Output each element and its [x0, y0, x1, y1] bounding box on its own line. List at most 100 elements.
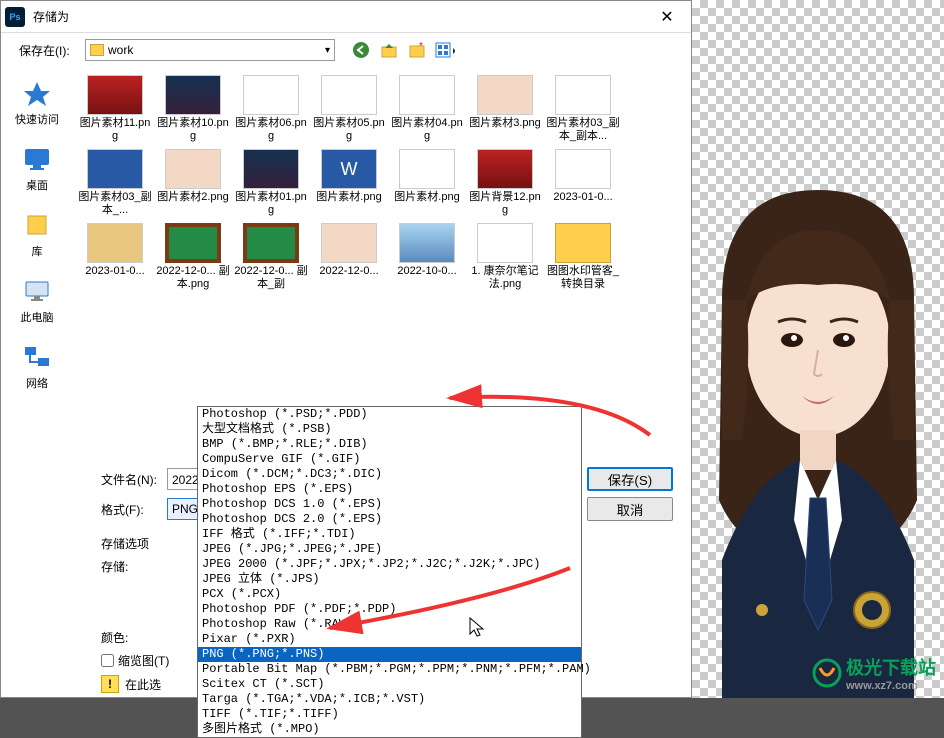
- format-option[interactable]: Scitex CT (*.SCT): [198, 677, 581, 692]
- thumbnail-icon: [399, 149, 455, 189]
- file-item[interactable]: 图片素材03_副本_...: [81, 149, 149, 217]
- thumbnail-icon: [87, 149, 143, 189]
- format-option[interactable]: Dicom (*.DCM;*.DC3;*.DIC): [198, 467, 581, 482]
- place-star[interactable]: 快速访问: [5, 79, 69, 127]
- format-option[interactable]: Photoshop DCS 2.0 (*.EPS): [198, 512, 581, 527]
- thumbnail-icon: [477, 75, 533, 115]
- format-option[interactable]: Photoshop (*.PSD;*.PDD): [198, 407, 581, 422]
- file-item[interactable]: 图片素材10.png: [159, 75, 227, 143]
- format-option[interactable]: TIFF (*.TIF;*.TIFF): [198, 707, 581, 722]
- thumbnail-icon: W: [321, 149, 377, 189]
- thumbnail-icon: [321, 223, 377, 263]
- format-option[interactable]: Photoshop PDF (*.PDF;*.PDP): [198, 602, 581, 617]
- portrait-image: [692, 180, 944, 698]
- file-item[interactable]: 2022-12-0...: [315, 223, 383, 291]
- format-option[interactable]: 多图片格式 (*.MPO): [198, 722, 581, 737]
- thumbnail-icon: [165, 223, 221, 263]
- library-icon: [20, 211, 54, 239]
- file-item[interactable]: 图片素材06.png: [237, 75, 305, 143]
- desktop-icon: [20, 145, 54, 173]
- thumbnail-icon: [555, 223, 611, 263]
- save-options-label: 存储选项: [101, 535, 149, 552]
- file-item[interactable]: 图片素材03_副本_副本...: [549, 75, 617, 143]
- file-item[interactable]: 图片素材05.png: [315, 75, 383, 143]
- file-item[interactable]: 图片素材3.png: [471, 75, 539, 143]
- thumbnail-icon: [555, 149, 611, 189]
- save-button[interactable]: 保存(S): [587, 467, 673, 491]
- up-icon[interactable]: [379, 40, 399, 60]
- thumbnail-icon: [555, 75, 611, 115]
- chevron-down-icon: ▾: [325, 45, 330, 56]
- format-option[interactable]: PNG (*.PNG;*.PNS): [198, 647, 581, 662]
- file-item[interactable]: 图片素材04.png: [393, 75, 461, 143]
- place-pc[interactable]: 此电脑: [5, 277, 69, 325]
- thumbnail-icon: [87, 75, 143, 115]
- format-option[interactable]: 大型文档格式 (*.PSB): [198, 422, 581, 437]
- format-option[interactable]: JPEG 2000 (*.JPF;*.JPX;*.JP2;*.J2C;*.J2K…: [198, 557, 581, 572]
- format-option[interactable]: CompuServe GIF (*.GIF): [198, 452, 581, 467]
- thumbnail-icon: [399, 75, 455, 115]
- thumbnail-icon: [477, 149, 533, 189]
- file-item[interactable]: 图图水印管客_转换目录: [549, 223, 617, 291]
- thumbnail-icon: [477, 223, 533, 263]
- thumbnail-icon: [165, 149, 221, 189]
- view-mode-icon[interactable]: [435, 40, 455, 60]
- format-option[interactable]: Photoshop Raw (*.RAW): [198, 617, 581, 632]
- titlebar: Ps 存储为 ✕: [1, 1, 691, 33]
- thumbnail-icon: [165, 75, 221, 115]
- file-item[interactable]: 图片素材2.png: [159, 149, 227, 217]
- file-item[interactable]: 2023-01-0...: [81, 223, 149, 291]
- file-item[interactable]: 图片素材01.png: [237, 149, 305, 217]
- format-option[interactable]: Targa (*.TGA;*.VDA;*.ICB;*.VST): [198, 692, 581, 707]
- format-option[interactable]: PCX (*.PCX): [198, 587, 581, 602]
- photoshop-icon: Ps: [5, 7, 25, 27]
- format-option[interactable]: Pixar (*.PXR): [198, 632, 581, 647]
- places-bar: 快速访问桌面库此电脑网络: [1, 67, 73, 461]
- format-option[interactable]: BMP (*.BMP;*.RLE;*.DIB): [198, 437, 581, 452]
- format-option[interactable]: IFF 格式 (*.IFF;*.TDI): [198, 527, 581, 542]
- watermark: 极光下载站 www.xz7.com: [812, 654, 936, 692]
- filename-label: 文件名(N):: [101, 471, 161, 488]
- thumbnails: 图片素材11.png图片素材10.png图片素材06.png图片素材05.png…: [81, 75, 683, 291]
- color-label: 颜色:: [101, 629, 149, 646]
- format-dropdown[interactable]: Photoshop (*.PSD;*.PDD)大型文档格式 (*.PSB)BMP…: [197, 406, 582, 738]
- file-item[interactable]: W图片素材.png: [315, 149, 383, 217]
- nav-icons: *: [351, 40, 455, 60]
- format-label: 格式(F):: [101, 501, 161, 518]
- place-network[interactable]: 网络: [5, 343, 69, 391]
- save-in-combo[interactable]: work ▾: [85, 39, 335, 61]
- thumbnail-icon: [399, 223, 455, 263]
- place-library[interactable]: 库: [5, 211, 69, 259]
- current-folder: work: [108, 43, 133, 57]
- file-item[interactable]: 2022-10-0...: [393, 223, 461, 291]
- format-option[interactable]: Photoshop EPS (*.EPS): [198, 482, 581, 497]
- folder-icon: [90, 44, 104, 56]
- thumbnail-label: 缩览图(T): [118, 652, 169, 669]
- back-icon[interactable]: [351, 40, 371, 60]
- place-desktop[interactable]: 桌面: [5, 145, 69, 193]
- file-item[interactable]: 2023-01-0...: [549, 149, 617, 217]
- format-option[interactable]: Portable Bit Map (*.PBM;*.PGM;*.PPM;*.PN…: [198, 662, 581, 677]
- close-button[interactable]: ✕: [647, 2, 687, 32]
- file-item[interactable]: 2022-12-0... 副本_副: [237, 223, 305, 291]
- cancel-button[interactable]: 取消: [587, 497, 673, 521]
- star-icon: [20, 79, 54, 107]
- format-option[interactable]: JPEG 立体 (*.JPS): [198, 572, 581, 587]
- thumbnail-icon: [243, 223, 299, 263]
- file-item[interactable]: 图片素材.png: [393, 149, 461, 217]
- warning-icon: !: [101, 675, 119, 693]
- dialog-title: 存储为: [33, 8, 647, 25]
- file-item[interactable]: 图片背景12.png: [471, 149, 539, 217]
- file-item[interactable]: 图片素材11.png: [81, 75, 149, 143]
- new-folder-icon[interactable]: *: [407, 40, 427, 60]
- file-view[interactable]: 图片素材11.png图片素材10.png图片素材06.png图片素材05.png…: [73, 67, 691, 461]
- store-label: 存储:: [101, 558, 149, 575]
- network-icon: [20, 343, 54, 371]
- thumbnail-checkbox[interactable]: [101, 654, 114, 667]
- pc-icon: [20, 277, 54, 305]
- file-item[interactable]: 1. 康奈尔笔记法.png: [471, 223, 539, 291]
- format-option[interactable]: Photoshop DCS 1.0 (*.EPS): [198, 497, 581, 512]
- photoshop-canvas: [692, 0, 944, 698]
- file-item[interactable]: 2022-12-0... 副本.png: [159, 223, 227, 291]
- format-option[interactable]: JPEG (*.JPG;*.JPEG;*.JPE): [198, 542, 581, 557]
